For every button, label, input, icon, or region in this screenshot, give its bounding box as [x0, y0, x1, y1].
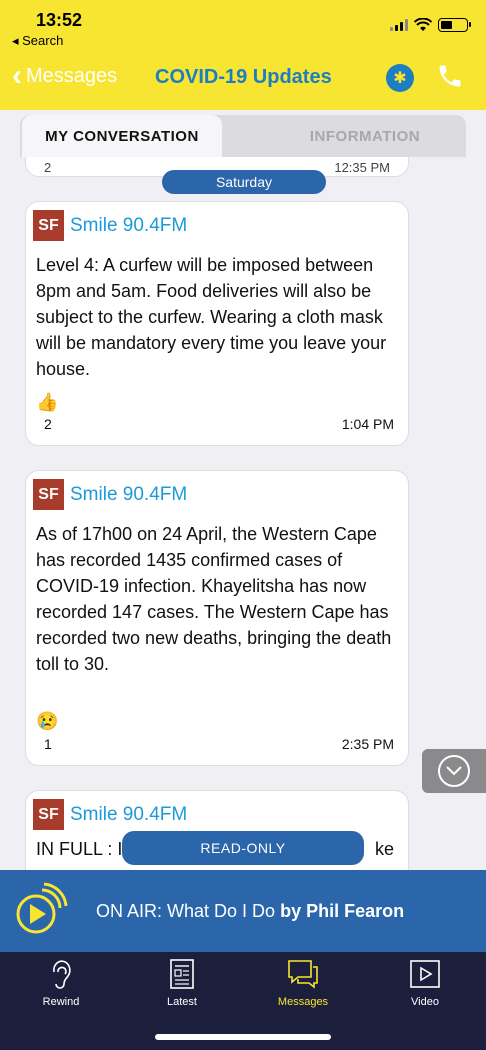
avatar: SF [33, 479, 64, 510]
on-air-bar[interactable]: ON AIR: What Do I Do by Phil Fearon [0, 870, 486, 952]
ear-icon [53, 960, 71, 989]
wifi-icon [414, 18, 432, 31]
avatar: SF [33, 210, 64, 241]
message-sender: SF Smile 90.4FM [33, 210, 187, 241]
now-playing-artist: by Phil Fearon [280, 901, 405, 921]
nav-label: Rewind [42, 996, 80, 1008]
home-indicator [155, 1034, 331, 1040]
tab-my-conversation[interactable]: MY CONVERSATION [22, 115, 222, 157]
reaction-count: 1 [44, 736, 52, 752]
read-only-banner: READ-ONLY [122, 831, 364, 865]
avatar: SF [33, 799, 64, 830]
scroll-down-button[interactable] [422, 749, 486, 793]
sender-name[interactable]: Smile 90.4FM [70, 215, 187, 237]
chat-icon [288, 960, 318, 989]
nav-label: Video [411, 996, 439, 1008]
status-icons [390, 18, 471, 32]
message-feed[interactable]: 2 12:35 PM Saturday SF Smile 90.4FM Leve… [0, 157, 486, 870]
newspaper-icon [170, 959, 194, 989]
nav-latest[interactable]: Latest [142, 958, 222, 1008]
date-separator: Saturday [162, 170, 326, 194]
message-time: 1:04 PM [341, 416, 394, 432]
radio-play-icon[interactable] [8, 882, 70, 942]
nav-label: Messages [277, 996, 329, 1008]
message-sender: SF Smile 90.4FM [33, 799, 187, 830]
previous-message-time: 12:35 PM [334, 160, 390, 175]
reaction-count: 2 [44, 416, 52, 432]
page-title: COVID-19 Updates [155, 66, 332, 88]
back-label: Messages [26, 64, 118, 87]
message-text: As of 17h00 on 24 April, the Western Cap… [36, 524, 392, 674]
chevron-left-icon: ‹ [12, 59, 22, 92]
app-header: 13:52 ◂ Search ‹ Messages COVID-19 Updat… [0, 0, 486, 110]
thumbs-up-reaction-icon[interactable]: 👍 [36, 392, 58, 413]
nav-video[interactable]: Video [385, 958, 465, 1008]
now-playing-text: ON AIR: What Do I Do by Phil Fearon [96, 901, 404, 922]
status-time: 13:52 [36, 10, 83, 30]
message-card: SF Smile 90.4FM Level 4: A curfew will b… [25, 201, 409, 446]
virus-badge-icon[interactable]: ✱ [386, 64, 414, 92]
battery-icon [438, 18, 471, 32]
nav-rewind[interactable]: Rewind [21, 958, 101, 1008]
message-text-fragment: ke [374, 839, 394, 859]
nav-messages[interactable]: Messages [263, 958, 343, 1008]
message-time: 2:35 PM [341, 736, 394, 752]
phone-icon[interactable] [436, 62, 464, 90]
nav-label: Latest [167, 996, 197, 1008]
signal-icon [390, 19, 408, 31]
message-text-fragment: IN FULL : I [36, 839, 123, 859]
sender-name[interactable]: Smile 90.4FM [70, 804, 187, 826]
message-card: SF Smile 90.4FM As of 17h00 on 24 April,… [25, 470, 409, 766]
message-sender: SF Smile 90.4FM [33, 479, 187, 510]
message-text: Level 4: A curfew will be imposed betwee… [36, 255, 387, 379]
tab-information[interactable]: INFORMATION [270, 115, 460, 157]
sad-face-reaction-icon[interactable]: 😢 [36, 711, 58, 732]
previous-reaction-count: 2 [44, 160, 52, 175]
play-icon [410, 960, 440, 988]
status-back-app[interactable]: ◂ Search [12, 33, 63, 49]
now-playing-title: ON AIR: What Do I Do [96, 901, 276, 921]
chevron-down-icon [438, 755, 470, 787]
back-button[interactable]: ‹ Messages [12, 59, 118, 92]
sender-name[interactable]: Smile 90.4FM [70, 484, 187, 506]
